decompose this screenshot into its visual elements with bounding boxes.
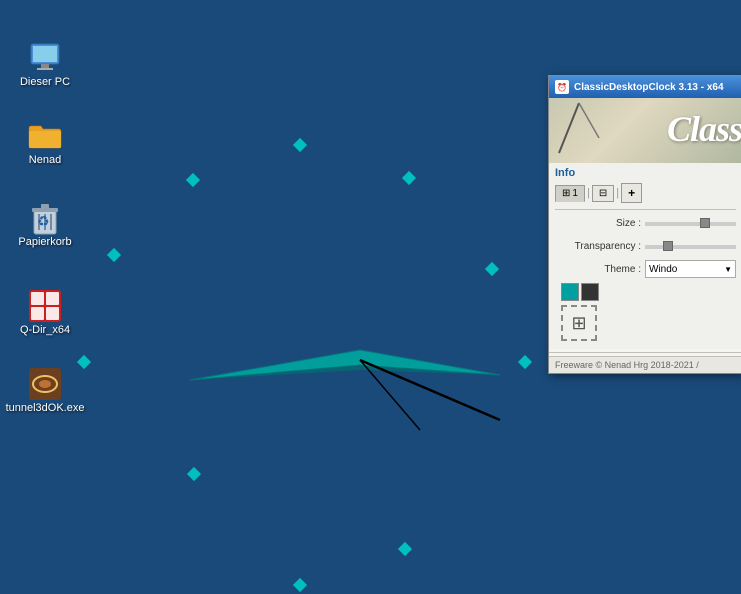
dashed-placeholder[interactable]: ⊞ [561,305,597,341]
tab-plus-icon: + [628,186,635,200]
icon-papierkorb-label: Papierkorb [18,236,71,248]
tab-1-label: 1 [572,188,578,199]
titlebar[interactable]: ⏰ ClassicDesktopClock 3.13 - x64 [549,76,741,98]
size-label: Size : [555,218,645,229]
icon-tunnel3d-label: tunnel3dOK.exe [6,402,85,414]
tunnel3d-icon [27,366,63,402]
banner-text: Class [667,108,741,150]
swatch-black[interactable] [581,283,599,301]
app-window: ⏰ ClassicDesktopClock 3.13 - x64 Class I… [548,75,741,374]
banner-clock-lines [549,98,609,163]
window-title: ClassicDesktopClock 3.13 - x64 [574,82,724,93]
tab-1-icon: ⊞ [562,188,570,199]
tab-2-icon: ⊟ [599,188,607,199]
transparency-slider-thumb [663,241,673,251]
color-swatches [561,283,730,301]
computer-icon [27,40,63,76]
placeholder-icon: ⊞ [571,313,586,334]
theme-row: Theme : Windo ▼ [555,259,736,279]
icon-dieser-pc-label: Dieser PC [20,76,70,88]
theme-label: Theme : [555,264,645,275]
icon-dieser-pc[interactable]: Dieser PC [10,40,80,88]
size-slider-thumb [700,218,710,228]
divider-1 [555,209,736,210]
icon-q-dir-label: Q-Dir_x64 [20,324,70,336]
swatch-teal[interactable] [561,283,579,301]
size-slider[interactable] [645,222,736,226]
banner: Class [549,98,741,163]
divider-2 [549,352,741,353]
tab-plus[interactable]: + [621,183,642,203]
transparency-row: Transparency : [555,236,736,256]
dropdown-arrow: ▼ [724,265,732,274]
icon-papierkorb[interactable]: ♻ Papierkorb [10,200,80,248]
icon-nenad-label: Nenad [29,154,61,166]
footer: Freeware © Nenad Hrg 2018-2021 / [549,356,741,373]
info-label: Info [555,167,736,179]
info-section: Info ⊞ 1 | ⊟ | + Size : [549,163,741,349]
footer-text: Freeware © Nenad Hrg 2018-2021 / [555,360,699,370]
tab-separator: | [587,187,590,199]
folder-icon [27,118,63,154]
q-dir-icon [27,288,63,324]
tab-separator-2: | [616,187,619,199]
transparency-slider[interactable] [645,245,736,249]
icon-nenad[interactable]: Nenad [10,118,80,166]
title-icon: ⏰ [555,80,569,94]
recycle-bin-icon: ♻ [28,200,62,236]
transparency-label: Transparency : [555,241,645,252]
theme-value: Windo [649,264,677,275]
clock-visualization [160,290,520,470]
theme-dropdown[interactable]: Windo ▼ [645,260,736,278]
tab-2[interactable]: ⊟ [592,185,614,202]
icon-q-dir[interactable]: Q-Dir_x64 [10,288,80,336]
tab-row: ⊞ 1 | ⊟ | + [555,183,736,203]
svg-text:♻: ♻ [37,213,50,229]
tab-1[interactable]: ⊞ 1 [555,185,585,202]
icon-tunnel3d[interactable]: tunnel3dOK.exe [10,366,80,414]
size-row: Size : [555,213,736,233]
